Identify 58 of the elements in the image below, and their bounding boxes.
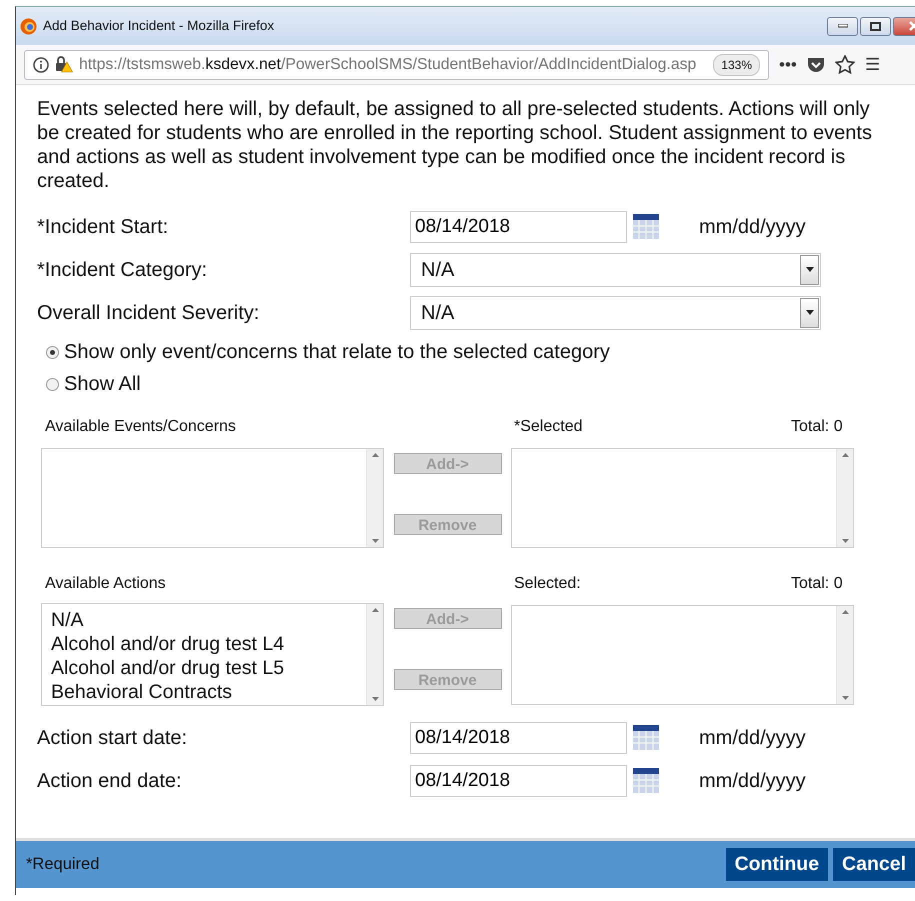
radio-option[interactable]: Show All: [37, 368, 915, 400]
date-format-hint: mm/dd/yyyy: [699, 214, 806, 240]
pocket-icon[interactable]: [806, 56, 825, 73]
calendar-icon[interactable]: [633, 768, 659, 793]
field-label: *Incident Start:: [37, 214, 170, 240]
date-field[interactable]: 08/14/2018: [410, 722, 627, 754]
intro-paragraph: Events selected here will, by default, be assigned to all pre-selected students. Actions will only be created for students who are enrolled in the reporting school. Student assignment to events and actions as well as student involvement type can be modified once the incident record is created.: [37, 97, 872, 193]
list-box[interactable]: N/A Alcohol and/or drug test L4 Alcohol and/or drug test L5 Behavioral Contracts: [41, 603, 384, 706]
field-label: Action start date:: [37, 726, 188, 750]
scroll-up-icon[interactable]: [372, 453, 378, 457]
dialog-button[interactable]: Continue: [726, 848, 828, 881]
field-label: Overall Incident Severity:: [37, 300, 260, 326]
select-field[interactable]: N/A: [410, 252, 821, 286]
list-heading: Available Actions: [45, 574, 167, 594]
scroll-down-icon[interactable]: [842, 539, 848, 543]
list-heading: *Selected: [514, 417, 584, 437]
maximize-button[interactable]: [860, 16, 891, 36]
scroll-down-icon[interactable]: [372, 697, 378, 701]
info-icon: [33, 56, 49, 72]
date-format-hint: mm/dd/yyyy: [699, 768, 806, 794]
caret-icon: [806, 310, 814, 315]
select-field[interactable]: N/A: [410, 296, 821, 330]
browser-logo-icon: [20, 18, 37, 34]
more-button[interactable]: •••: [779, 52, 797, 78]
list-heading: Available Events/Concerns: [45, 417, 237, 437]
menu-button[interactable]: ☰: [864, 52, 880, 78]
total-count: Total: 0: [791, 417, 843, 437]
date-format-hint: mm/dd/yyyy: [699, 726, 806, 750]
maximize-icon: [870, 22, 881, 30]
date-field[interactable]: 08/14/2018: [410, 764, 627, 796]
list-item[interactable]: Alcohol and/or drug test L4: [51, 632, 366, 656]
scroll-up-icon[interactable]: [842, 610, 848, 614]
radio-option[interactable]: Show only event/concerns that relate to the selected category: [37, 336, 915, 368]
star-icon[interactable]: [834, 55, 855, 74]
date-field[interactable]: 08/14/2018: [410, 210, 627, 242]
field-label: *Incident Category:: [37, 258, 208, 282]
list-item[interactable]: Behavioral Contracts: [51, 680, 366, 704]
insecure-lock-icon: [55, 56, 73, 73]
caret-icon: [806, 267, 814, 272]
calendar-icon[interactable]: [633, 725, 659, 750]
list-item[interactable]: Alcohol and/or drug test L5: [51, 656, 366, 680]
zoom-level[interactable]: 133%: [713, 54, 760, 76]
minimize-button[interactable]: [827, 16, 858, 36]
dialog-button[interactable]: Cancel: [833, 848, 915, 881]
scroll-up-icon[interactable]: [372, 608, 378, 612]
list-item[interactable]: N/A: [51, 608, 366, 632]
minimize-icon: [838, 24, 848, 28]
window-title: Add Behavior Incident - Mozilla Firefox: [43, 16, 274, 35]
required-note: *Required: [26, 854, 100, 876]
total-count: Total: 0: [791, 574, 843, 594]
scroll-up-icon[interactable]: [842, 453, 848, 457]
scroll-down-icon[interactable]: [372, 539, 378, 543]
scroll-down-icon[interactable]: [842, 696, 848, 700]
address-bar[interactable]: https://tstsmsweb.ksdevx.net/PowerSchoolSMS/StudentBehavior/AddIncidentDialog.asp 133%: [24, 50, 769, 80]
calendar-icon[interactable]: [633, 214, 659, 239]
url-text: https://tstsmsweb.ksdevx.net/PowerSchoolSMS/StudentBehavior/AddIncidentDialog.asp: [79, 54, 696, 75]
list-heading: Selected:: [514, 574, 582, 594]
field-label: Action end date:: [37, 768, 183, 794]
